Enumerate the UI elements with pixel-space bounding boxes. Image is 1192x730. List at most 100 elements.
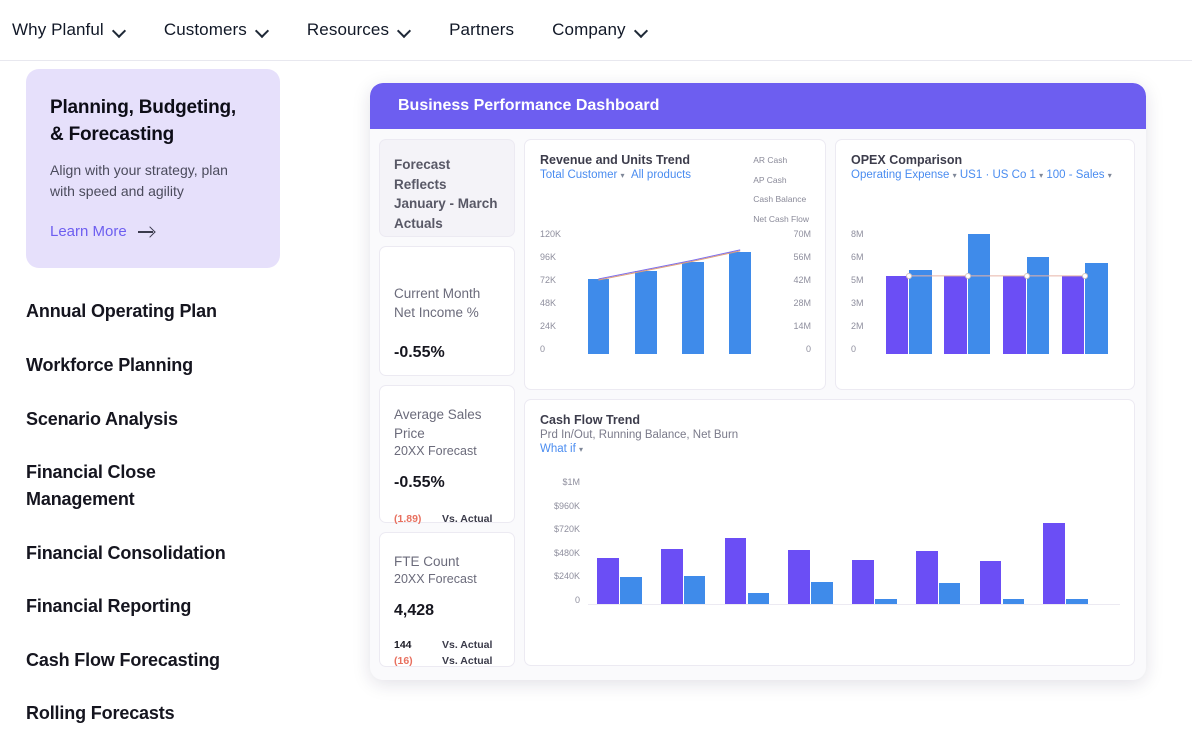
chevron-down-icon [256,24,269,37]
filter-department[interactable]: 100 - Sales [1046,169,1104,181]
filter-operating-expense[interactable]: Operating Expense [851,169,949,181]
sidebar-item-annual-operating-plan[interactable]: Annual Operating Plan [26,298,256,325]
sidebar-item-scenario-analysis[interactable]: Scenario Analysis [26,406,256,433]
what-if-link[interactable]: What if ▾ [540,443,1120,455]
promo-card[interactable]: Planning, Budgeting, & Forecasting Align… [26,69,280,269]
y-axis-left: 120K 96K 72K 48K 24K 0 [540,229,561,354]
y-tick-right: 28M [793,298,811,308]
chevron-down-icon [113,24,126,37]
y-tick-right: 14M [793,321,811,331]
kpi-label: Average Sales Price [394,407,482,442]
sidebar-item-financial-reporting[interactable]: Financial Reporting [26,593,256,620]
kpi-value: -0.55% [394,474,445,492]
y-tick: 96K [540,252,557,262]
y-tick: $480K [553,547,580,558]
chart-plot-area: 8M 6M 5M 3M 2M 0 [851,229,1120,354]
bar [811,582,833,605]
kpi-delta: (16) [394,654,413,667]
bar [852,560,874,605]
filter-entity[interactable]: US1 · US Co 1 [960,169,1036,181]
kpi-card-average-sales-price: Average Sales Price 20XX Forecast -0.55%… [379,385,515,525]
caret-down-icon: ▾ [1039,171,1044,180]
filter-total-customer[interactable]: Total Customer [540,169,617,181]
sidebar-item-cash-flow-forecasting[interactable]: Cash Flow Forecasting [26,647,256,674]
nav-item-customers[interactable]: Customers [164,20,269,40]
caret-down-icon: ▾ [620,171,625,180]
kpi-card-current-month-net-income: Current Month Net Income % -0.55% [379,246,515,376]
caret-down-icon: ▾ [952,171,957,180]
kpi-footer-row: 144 Vs. Actual [394,638,500,654]
legend-item-cash-balance: Cash Balance [753,194,807,204]
chart-plot-area: $1M $960K $720K $480K $240K 0 [540,477,1120,605]
y-tick-right: 42M [793,275,811,285]
nav-item-company[interactable]: Company [552,20,647,40]
kpi-value: 4,428 [394,602,435,620]
bar [788,550,811,605]
legend-item-ar-cash: AR Cash [753,155,788,165]
sidebar-item-rolling-forecasts[interactable]: Rolling Forecasts [26,700,256,727]
y-axis-right: 70M 56M 42M 28M 14M 0 [793,229,811,354]
line-marker-dot [964,273,971,279]
chart-legend: AR Cash AP Cash Cash Balance Net Cash Fl… [753,156,809,234]
kpi-delta-label: Vs. Actual [442,513,493,526]
y-tick: 72K [540,275,557,285]
bar-group [592,477,1102,605]
target-line-overlay [881,229,1116,354]
nav-item-resources[interactable]: Resources [307,20,411,40]
learn-more-label: Learn More [50,223,127,241]
filter-all-products[interactable]: All products [631,169,691,181]
bar [724,538,747,605]
kpi-column: Forecast Reflects January - March Actual… [379,139,515,667]
y-tick: $720K [553,524,580,535]
sidebar-link-list: Annual Operating Plan Workforce Planning… [26,298,370,727]
bar [620,577,642,605]
line-marker-dot [1023,273,1030,279]
promo-title: Planning, Budgeting, & Forecasting [50,97,236,145]
arrow-right-icon [137,226,155,238]
chart-card-cash-flow-trend: Cash Flow Trend Prd In/Out, Running Bala… [524,399,1135,666]
caret-down-icon: ▾ [1107,171,1112,180]
sidebar-item-financial-consolidation[interactable]: Financial Consolidation [26,540,256,567]
nav-item-partners[interactable]: Partners [449,20,514,40]
bar-group [582,229,771,354]
y-tick: 8M [851,229,864,239]
y-tick: 5M [851,275,864,285]
kpi-footer-row: (1.89) Vs. Actual [394,512,500,528]
legend-item-ap-cash: AP Cash [753,174,787,185]
legend-item-net-cash-flow: Net Cash Flow [753,213,809,224]
y-tick: 0 [851,344,857,354]
bar [938,583,961,605]
dashboard-card: Business Performance Dashboard Forecast … [370,83,1146,680]
caret-down-icon: ▾ [579,445,584,454]
x-axis-line [588,604,1120,605]
nav-label: Partners [449,20,515,39]
nav-label: Resources [306,20,390,39]
nav-item-why-planful[interactable]: Why Planful [12,20,126,40]
sidebar: Planning, Budgeting, & Forecasting Align… [0,61,370,730]
chart-card-revenue-units-trend: Revenue and Units Trend Total Customer ▾… [524,139,826,390]
what-if-label: What if [540,443,576,455]
dashboard-title: Business Performance Dashboard [398,97,660,114]
kpi-heading: Forecast Reflects January - March Actual… [394,157,498,231]
kpi-sublabel: 20XX Forecast [394,572,477,587]
chart-title: OPEX Comparison [851,153,963,167]
y-tick: 48K [540,298,557,308]
chart-card-opex-comparison: OPEX Comparison Operating Expense ▾ US1 … [835,139,1135,390]
chevron-down-icon [635,24,648,37]
page-body: Planning, Budgeting, & Forecasting Align… [0,61,1192,730]
bar [979,561,1002,605]
kpi-sublabel: 20XX Forecast [394,444,477,459]
chart-plot-area: 120K 96K 72K 48K 24K 0 70M 56M 42M 28M 1… [540,229,811,354]
sidebar-item-financial-close-management[interactable]: Financial Close Management [26,459,256,512]
chart-column: Revenue and Units Trend Total Customer ▾… [524,139,1135,667]
kpi-delta-label: Vs. Actual [442,639,493,652]
nav-label: Why Planful [12,20,104,39]
y-tick: 0 [574,594,580,605]
y-tick: $1M [562,477,580,487]
learn-more-link[interactable]: Learn More [50,223,254,240]
y-tick-right: 56M [793,252,811,262]
chart-subtitle[interactable]: Operating Expense ▾ US1 · US Co 1 ▾ 100 … [851,169,1120,181]
y-tick: 3M [851,298,864,308]
kpi-card-forecast-note: Forecast Reflects January - March Actual… [379,139,515,237]
sidebar-item-workforce-planning[interactable]: Workforce Planning [26,352,256,379]
